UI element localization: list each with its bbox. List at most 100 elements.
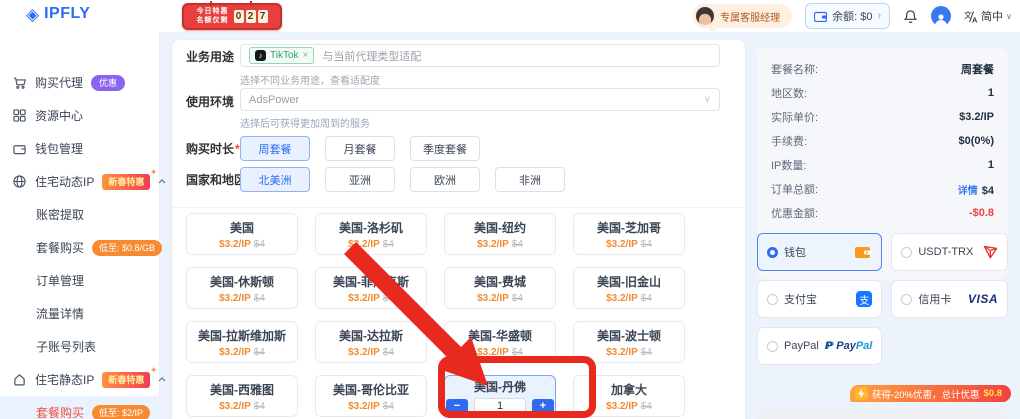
location-card[interactable]: 美国-达拉斯 $3.2/IP $4 bbox=[315, 321, 427, 363]
payment-usdt-trx[interactable]: USDT-TRX bbox=[891, 233, 1008, 271]
radio-unselected bbox=[901, 293, 913, 305]
location-card[interactable]: 美国 $3.2/IP $4 bbox=[186, 213, 298, 255]
location-card[interactable]: 美国-费城 $3.2/IP $4 bbox=[444, 267, 556, 309]
radio-unselected bbox=[767, 293, 778, 305]
unit-price-value: $3.2/IP bbox=[959, 111, 994, 123]
sidebar-item-traffic[interactable]: 流量详情 bbox=[0, 297, 159, 330]
sidebar-item-plan-purchase-static[interactable]: 套餐购买 低至: $2/IP bbox=[0, 396, 159, 419]
new-year-sale-badge: 新春特惠 bbox=[102, 365, 157, 388]
globe-icon bbox=[12, 175, 27, 188]
alipay-icon: 支 bbox=[856, 291, 873, 307]
details-link[interactable]: 详情 bbox=[958, 186, 978, 197]
sidebar-item-wallet[interactable]: 钱包管理 bbox=[0, 132, 159, 165]
lowest-price-badge: 低至: $0.8/GB bbox=[92, 239, 163, 256]
business-use-input[interactable]: ♪ TikTok × 与当前代理类型适配 bbox=[240, 44, 720, 67]
banner-string bbox=[250, 1, 252, 6]
sidebar-item-resources[interactable]: 资源中心 bbox=[0, 99, 159, 132]
region-asia-chip[interactable]: 亚洲 bbox=[325, 167, 395, 192]
lowest-price-badge: 低至: $2/IP bbox=[92, 404, 151, 419]
tiktok-icon: ♪ bbox=[255, 50, 266, 61]
notification-bell-icon[interactable] bbox=[903, 9, 918, 24]
payment-paypal[interactable]: PayPal P Pay Pal bbox=[757, 327, 883, 365]
order-summary-panel: 套餐名称: 周套餐 地区数: 1 实际单价: $3.2/IP 手续费: $0(0%) I… bbox=[745, 32, 1020, 419]
translate-icon: 文A bbox=[964, 10, 978, 23]
logo-icon: ◈ bbox=[26, 4, 40, 24]
region-north-america-chip[interactable]: 北美洲 bbox=[240, 167, 310, 192]
location-card[interactable]: 美国-哥伦比亚 $3.2/IP $4 bbox=[315, 375, 427, 417]
wallet-icon bbox=[12, 143, 27, 155]
location-card[interactable]: 美国-波士顿 $3.2/IP $4 bbox=[573, 321, 685, 363]
location-card[interactable]: 美国-休斯顿 $3.2/IP $4 bbox=[186, 267, 298, 309]
location-card[interactable]: 美国-华盛顿 $3.2/IP $4 bbox=[444, 321, 556, 363]
chevron-right-icon: › bbox=[877, 10, 882, 22]
visa-logo: VISA bbox=[967, 292, 998, 306]
language-switcher[interactable]: 文A 简中 ∨ bbox=[964, 8, 1012, 24]
region-africa-chip[interactable]: 非洲 bbox=[495, 167, 565, 192]
location-card[interactable]: 美国-旧金山 $3.2/IP $4 bbox=[573, 267, 685, 309]
business-hint: 选择不同业务用途，查看适配度 bbox=[240, 76, 380, 87]
sidebar-item-subaccounts[interactable]: 子账号列表 bbox=[0, 330, 159, 363]
radio-unselected bbox=[767, 340, 778, 352]
remove-tag-icon[interactable]: × bbox=[303, 50, 309, 61]
cart-icon bbox=[12, 76, 27, 90]
sidebar-item-plan-purchase-dynamic[interactable]: 套餐购买 低至: $0.8/GB bbox=[0, 231, 163, 264]
payment-credit-card[interactable]: 信用卡 VISA bbox=[891, 280, 1008, 318]
environment-select[interactable]: AdsPower ∨ bbox=[240, 88, 720, 111]
promo-banner-text: 今日特惠 名额仅剩 bbox=[196, 8, 229, 24]
location-card-selected[interactable]: 美国-丹佛 − 1 + bbox=[444, 375, 556, 417]
business-use-label: 业务用途 bbox=[186, 50, 235, 64]
location-card[interactable]: 加拿大 $3.2/IP $4 bbox=[573, 375, 685, 417]
logo: ◈ IPFLY bbox=[26, 5, 90, 23]
tiktok-tag[interactable]: ♪ TikTok × bbox=[249, 47, 315, 64]
user-avatar[interactable] bbox=[931, 6, 952, 26]
duration-quarter-chip[interactable]: 季度套餐 bbox=[410, 136, 480, 161]
plan-name-value: 周套餐 bbox=[961, 64, 994, 76]
sidebar-item-orders[interactable]: 订单管理 bbox=[0, 264, 159, 297]
location-card[interactable]: 美国-芝加哥 $3.2/IP $4 bbox=[573, 213, 685, 255]
location-card[interactable]: 美国-菲尼克斯 $3.2/IP $4 bbox=[315, 267, 427, 309]
banner-string bbox=[210, 1, 212, 6]
business-placeholder: 与当前代理类型适配 bbox=[322, 50, 422, 63]
chevron-down-icon: ∨ bbox=[1006, 11, 1012, 21]
duration-month-chip[interactable]: 月套餐 bbox=[325, 136, 395, 161]
quantity-minus-button[interactable]: − bbox=[446, 398, 468, 414]
chevron-down-icon: ∨ bbox=[703, 94, 711, 105]
payment-wallet[interactable]: 钱包 bbox=[757, 233, 883, 271]
location-card[interactable]: 美国-西雅图 $3.2/IP $4 bbox=[186, 375, 298, 417]
wallet-icon bbox=[814, 11, 828, 22]
promo-countdown-banner[interactable]: 今日特惠 名额仅剩 0 2 7 bbox=[182, 1, 282, 30]
customer-service-button[interactable]: 专属客服经理 bbox=[692, 4, 793, 28]
location-card[interactable]: 美国-纽约 $3.2/IP $4 bbox=[444, 213, 556, 255]
buy-now-button[interactable]: 立即购买 bbox=[757, 410, 1008, 419]
environment-label: 使用环境 bbox=[186, 95, 235, 109]
lightning-icon bbox=[853, 386, 869, 401]
quantity-input[interactable]: 1 bbox=[474, 398, 526, 414]
duration-options: 周套餐 月套餐 季度套餐 bbox=[240, 136, 480, 161]
balance-button[interactable]: 余额: $0 › bbox=[805, 3, 891, 29]
divider bbox=[172, 207, 745, 208]
chevron-up-icon[interactable] bbox=[158, 179, 166, 184]
ip-count-value: 1 bbox=[987, 159, 994, 171]
tron-icon bbox=[983, 245, 998, 259]
region-europe-chip[interactable]: 欧洲 bbox=[410, 167, 480, 192]
location-card[interactable]: 美国-洛杉矶 $3.2/IP $4 bbox=[315, 213, 427, 255]
sidebar-item-static-ip[interactable]: 住宅静态IP 新春特惠 bbox=[0, 363, 166, 396]
sidebar-item-buy-proxy[interactable]: 购买代理 优惠 bbox=[0, 66, 159, 99]
order-total-value: 详情 $4 bbox=[957, 184, 994, 197]
sidebar-item-credentials[interactable]: 账密提取 bbox=[0, 198, 159, 231]
home-icon bbox=[12, 373, 27, 386]
quantity-plus-button[interactable]: + bbox=[532, 398, 554, 414]
discount-ribbon: 获得-20%优惠，总计优惠 $0.8 bbox=[849, 385, 1011, 402]
quantity-stepper: − 1 + bbox=[446, 398, 554, 414]
location-card[interactable]: 美国-拉斯维加斯 $3.2/IP $4 bbox=[186, 321, 298, 363]
payment-alipay[interactable]: 支付宝 支 bbox=[757, 280, 883, 318]
chevron-up-icon[interactable] bbox=[158, 377, 166, 382]
wallet-icon bbox=[854, 245, 872, 259]
discount-badge: 优惠 bbox=[91, 74, 126, 91]
radio-unselected bbox=[901, 246, 913, 258]
sidebar-item-dynamic-ip[interactable]: 住宅动态IP 新春特惠 bbox=[0, 165, 166, 198]
duration-week-chip[interactable]: 周套餐 bbox=[240, 136, 310, 161]
region-options: 北美洲 亚洲 欧洲 非洲 bbox=[240, 167, 565, 192]
radio-selected bbox=[767, 246, 778, 258]
sidebar: 购买代理 优惠 资源中心 钱包管理 住宅动态IP 新春特惠 账密提取 套餐购买 … bbox=[0, 32, 166, 419]
